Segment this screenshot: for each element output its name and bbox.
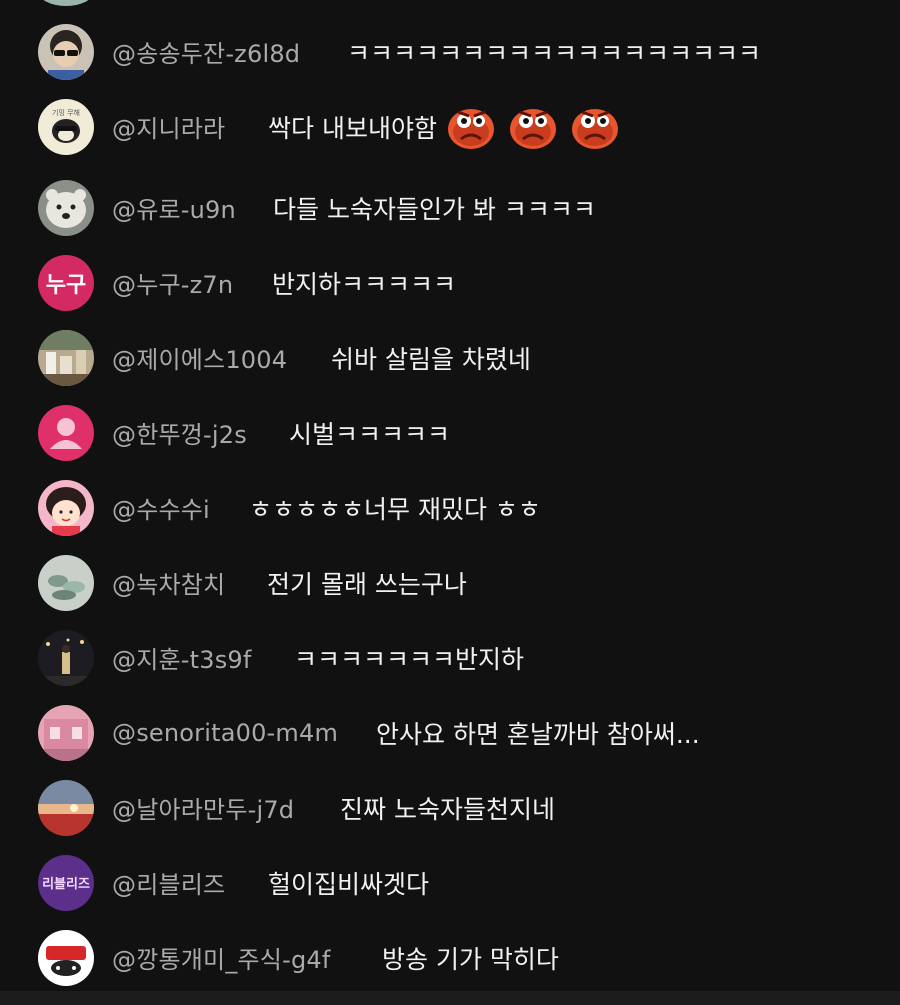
author-name[interactable]: @지니라라 <box>112 109 225 144</box>
angry-face-emoji <box>507 101 559 153</box>
message-content: 싹다 내보내야함 <box>268 101 621 153</box>
avatar-photo-birds[interactable] <box>38 554 94 611</box>
message-text: 다들 노숙자들인가 봐 ㅋㅋㅋㅋ <box>273 194 596 224</box>
chat-message-row: 누구 @누구-z7n 반지하ㅋㅋㅋㅋㅋ <box>0 245 900 320</box>
avatar-partial[interactable] <box>38 0 94 6</box>
avatar-initials: 누구 <box>45 272 87 298</box>
message-text: 진짜 노숙자들천지네 <box>340 794 555 824</box>
avatar-illustration-bird[interactable]: 기밍 무해 <box>38 98 94 155</box>
chat-message-row: @수수수i ㅎㅎㅎㅎㅎ너무 재밌다 ㅎㅎ <box>0 470 900 545</box>
chat-message-row: @녹차참치 전기 몰래 쓰는구나 <box>0 545 900 620</box>
author-name[interactable]: @리블리즈 <box>112 865 225 900</box>
avatar-photo-cafe[interactable] <box>38 329 94 386</box>
author-name[interactable]: @유로-u9n <box>112 190 236 225</box>
chat-message-row: @송송두잔-z6l8d ㅋㅋㅋㅋㅋㅋㅋㅋㅋㅋㅋㅋㅋㅋㅋㅋㅋㅋ <box>0 14 900 89</box>
chat-message-row: @senorita00-m4m 안사요 하면 혼날까바 참아써... <box>0 695 900 770</box>
author-name[interactable]: @녹차참치 <box>112 565 225 600</box>
avatar-photo-sunset[interactable] <box>38 779 94 836</box>
author-name[interactable]: @제이에스1004 <box>112 340 287 375</box>
chat-message-row: 기밍 무해 @지니라라 싹다 내보내야함 <box>0 89 900 164</box>
avatar-cartoon-girl[interactable] <box>38 479 94 536</box>
chat-message-row: @제이에스1004 쉬바 살림을 차렸네 <box>0 320 900 395</box>
author-name[interactable]: @수수수i <box>112 490 210 525</box>
avatar-initials: 리블리즈 <box>42 877 90 892</box>
message-text: 안사요 하면 혼날까바 참아써... <box>376 719 700 749</box>
author-name[interactable]: @한뚜껑-j2s <box>112 415 247 450</box>
angry-face-emoji <box>445 101 497 153</box>
svg-text:기밍 무해: 기밍 무해 <box>52 108 80 117</box>
chat-message-row: @날아라만두-j7d 진짜 노숙자들천지네 <box>0 770 900 845</box>
chat-message-row: @깡통개미_주식-g4f 방송 기가 막히다 <box>0 920 900 995</box>
angry-face-emoji <box>569 101 621 153</box>
chat-message-row: 리블리즈 @리블리즈 헐이집비싸겟다 <box>0 845 900 920</box>
avatar-photo-night-street[interactable] <box>38 629 94 686</box>
avatar-logo-badge[interactable] <box>38 929 94 986</box>
avatar-default-person[interactable] <box>38 404 94 461</box>
avatar-photo-person-sunglasses[interactable] <box>38 23 94 80</box>
author-name[interactable]: @깡통개미_주식-g4f <box>112 940 331 975</box>
message-text: ㅎㅎㅎㅎㅎ너무 재밌다 ㅎㅎ <box>249 494 541 524</box>
message-text: 헐이집비싸겟다 <box>268 869 430 899</box>
avatar-photo-polar-bear[interactable] <box>38 179 94 236</box>
message-text: ㅋㅋㅋㅋㅋㅋㅋ반지하 <box>294 644 525 674</box>
chat-message-row: @지훈-t3s9f ㅋㅋㅋㅋㅋㅋㅋ반지하 <box>0 620 900 695</box>
chat-message-row: @한뚜껑-j2s 시벌ㅋㅋㅋㅋㅋ <box>0 395 900 470</box>
message-text: 반지하ㅋㅋㅋㅋㅋ <box>272 269 457 299</box>
live-chat-list: @송송두잔-z6l8d ㅋㅋㅋㅋㅋㅋㅋㅋㅋㅋㅋㅋㅋㅋㅋㅋㅋㅋ 기밍 무해 @지니… <box>0 0 900 1005</box>
avatar-text[interactable]: 누구 <box>38 254 94 311</box>
message-text: 전기 몰래 쓰는구나 <box>267 569 467 599</box>
message-text: 쉬바 살림을 차렸네 <box>331 344 531 374</box>
message-text: ㅋㅋㅋㅋㅋㅋㅋㅋㅋㅋㅋㅋㅋㅋㅋㅋㅋㅋ <box>347 38 762 68</box>
message-text: 방송 기가 막히다 <box>382 944 559 974</box>
bottom-edge <box>0 991 900 1005</box>
author-name[interactable]: @송송두잔-z6l8d <box>112 34 300 69</box>
chat-message-row: @유로-u9n 다들 노숙자들인가 봐 ㅋㅋㅋㅋ <box>0 170 900 245</box>
author-name[interactable]: @senorita00-m4m <box>112 719 338 747</box>
author-name[interactable]: @지훈-t3s9f <box>112 640 252 675</box>
message-text: 시벌ㅋㅋㅋㅋㅋ <box>289 419 451 449</box>
author-name[interactable]: @누구-z7n <box>112 265 233 300</box>
message-text: 싹다 내보내야함 <box>268 113 437 143</box>
author-name[interactable]: @날아라만두-j7d <box>112 790 294 825</box>
avatar-photo-pink-shop[interactable] <box>38 704 94 761</box>
avatar-text-purple[interactable]: 리블리즈 <box>38 854 94 911</box>
